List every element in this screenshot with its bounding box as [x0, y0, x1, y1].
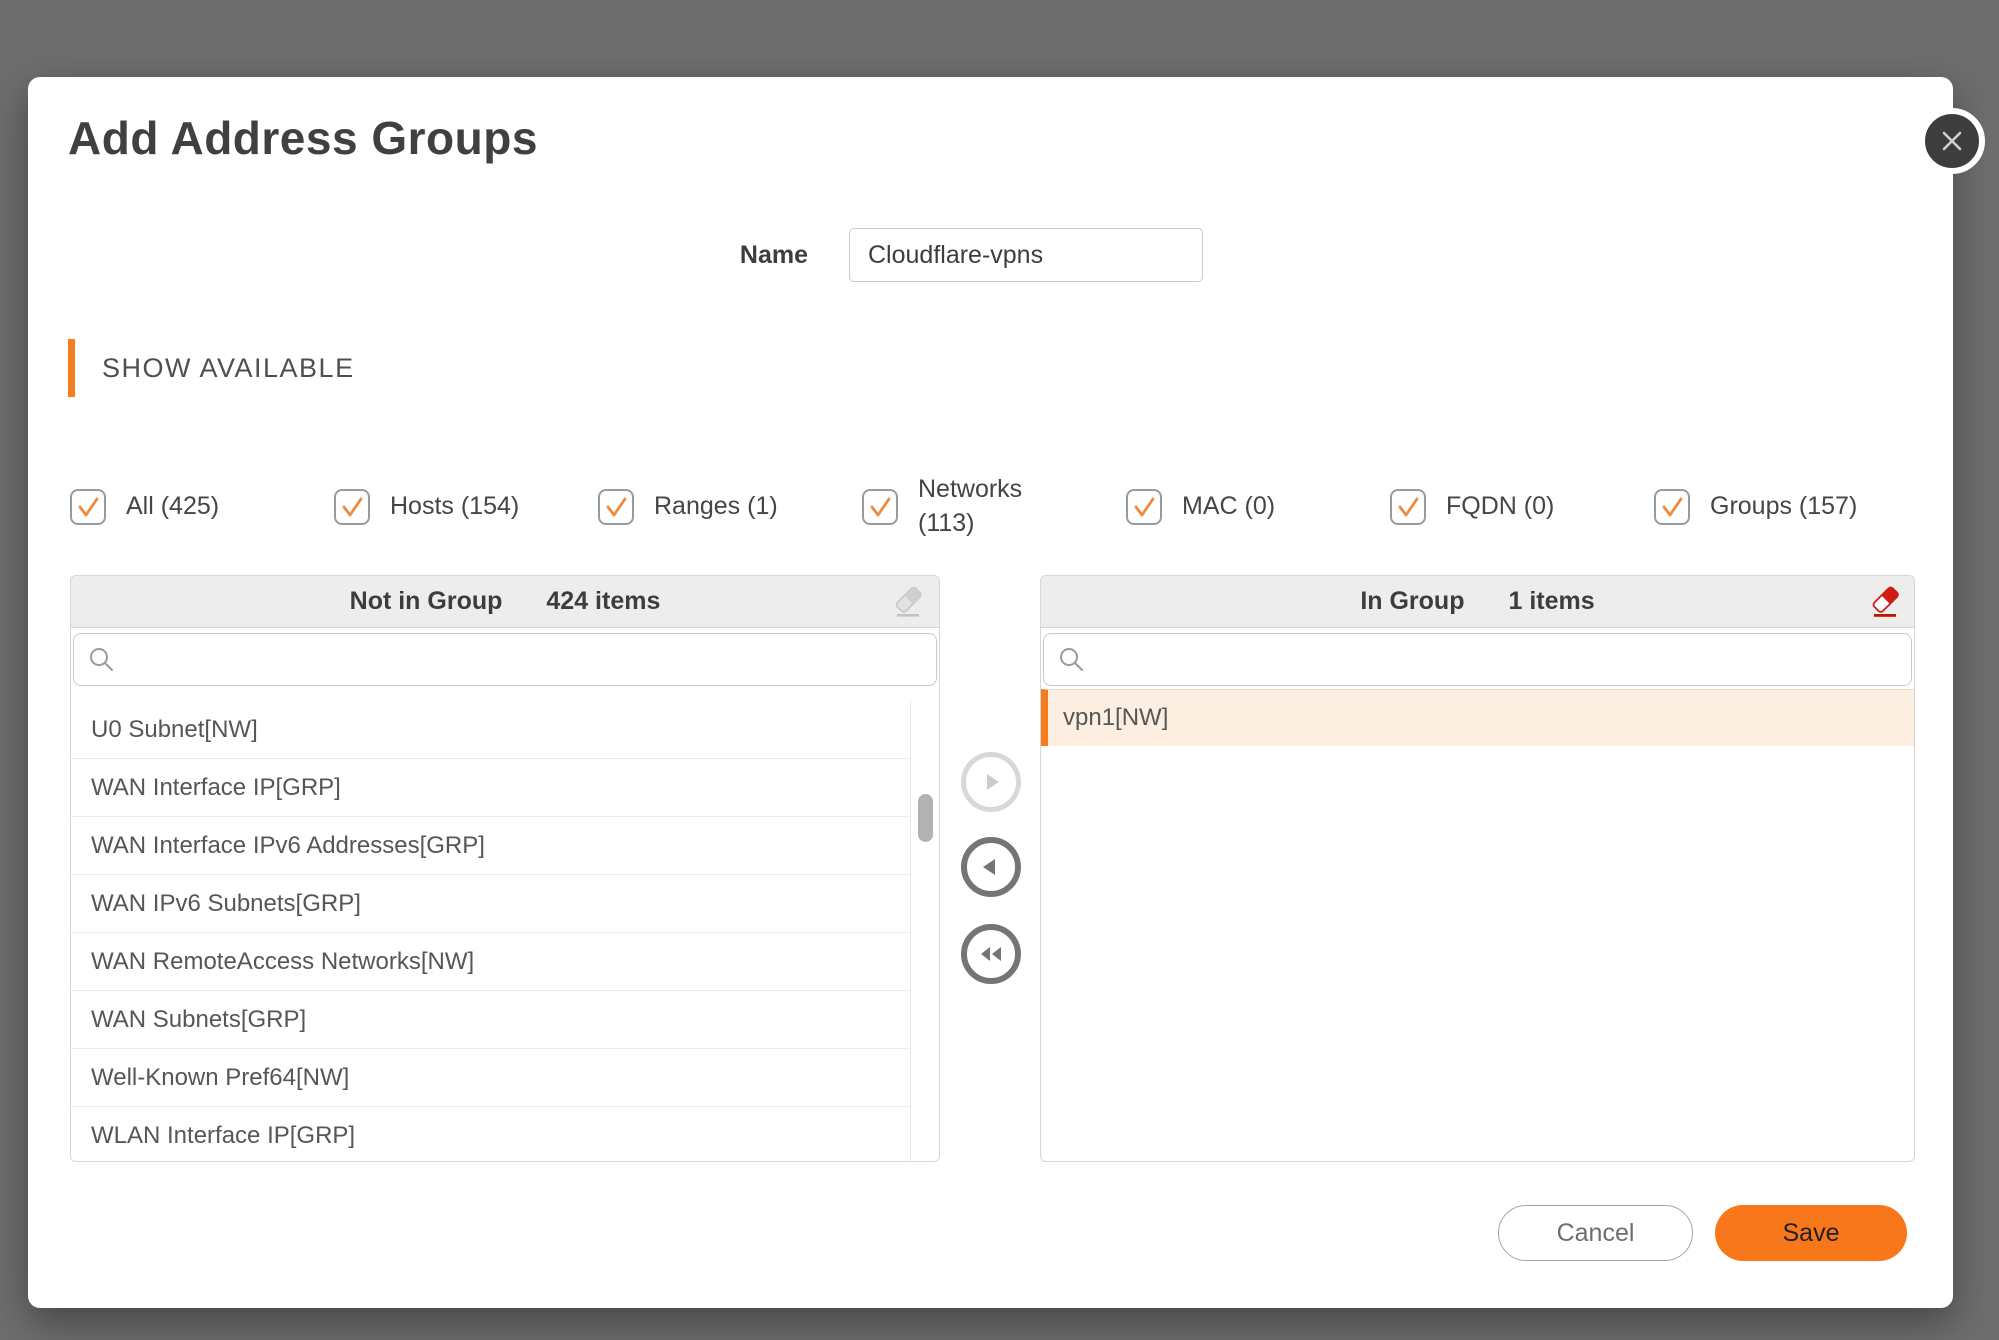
search-input[interactable]: [1043, 633, 1912, 686]
filter-row: All (425) Hosts (154) Ranges (1) Network…: [70, 461, 1918, 553]
panel-item-count: 424 items: [546, 587, 660, 616]
not-in-group-search: [73, 633, 937, 686]
list-item[interactable]: U0 Subnet[NW]: [71, 701, 910, 759]
arrow-right-icon: [978, 769, 1004, 795]
list-item[interactable]: WAN IPv6 Subnets[GRP]: [71, 875, 910, 933]
clear-list-button[interactable]: [891, 585, 925, 626]
dialog-title: Add Address Groups: [68, 111, 538, 165]
filter-all[interactable]: All (425): [70, 489, 334, 525]
section-label: SHOW AVAILABLE: [102, 353, 355, 384]
list-item[interactable]: WAN Interface IPv6 Addresses[GRP]: [71, 817, 910, 875]
in-group-header: In Group 1 items: [1041, 576, 1914, 628]
filter-label: Ranges (1): [654, 490, 778, 524]
filter-label: Hosts (154): [390, 490, 519, 524]
list-item[interactable]: WAN Interface IP[GRP]: [71, 759, 910, 817]
filter-ranges[interactable]: Ranges (1): [598, 489, 862, 525]
list-item[interactable]: vpn1[NW]: [1041, 689, 1914, 746]
double-arrow-left-icon: [977, 941, 1005, 967]
move-right-button[interactable]: [961, 752, 1021, 812]
not-in-group-header: Not in Group 424 items: [71, 576, 939, 628]
arrow-left-icon: [978, 854, 1004, 880]
add-address-groups-dialog: Add Address Groups Name SHOW AVAILABLE A…: [28, 77, 1953, 1308]
close-button[interactable]: [1919, 108, 1985, 174]
checkbox-checked-icon[interactable]: [1126, 489, 1162, 525]
checkbox-checked-icon[interactable]: [70, 489, 106, 525]
filter-mac[interactable]: MAC (0): [1126, 489, 1390, 525]
filter-groups[interactable]: Groups (157): [1654, 489, 1918, 525]
clear-list-button[interactable]: [1868, 585, 1902, 626]
checkbox-checked-icon[interactable]: [1654, 489, 1690, 525]
show-available-section: SHOW AVAILABLE: [68, 339, 355, 397]
close-icon: [1937, 126, 1967, 156]
section-accent-bar: [68, 339, 75, 397]
eraser-icon: [891, 585, 925, 621]
move-all-left-button[interactable]: [961, 924, 1021, 984]
list-item[interactable]: Well-Known Pref64[NW]: [71, 1049, 910, 1107]
panel-title: In Group: [1360, 587, 1464, 616]
not-in-group-list: U0 Subnet[NW]WAN Interface IP[GRP]WAN In…: [71, 701, 911, 1161]
checkbox-checked-icon[interactable]: [1390, 489, 1426, 525]
in-group-panel: In Group 1 items vpn1[NW]: [1040, 575, 1915, 1162]
search-input[interactable]: [73, 633, 937, 686]
checkbox-checked-icon[interactable]: [598, 489, 634, 525]
cancel-button[interactable]: Cancel: [1498, 1205, 1693, 1261]
in-group-list: vpn1[NW]: [1041, 689, 1914, 1161]
filter-fqdn[interactable]: FQDN (0): [1390, 489, 1654, 525]
filter-label: MAC (0): [1182, 490, 1275, 524]
filter-networks[interactable]: Networks (113): [862, 473, 1126, 541]
name-input[interactable]: [849, 228, 1203, 282]
filter-label: Networks (113): [918, 473, 1042, 541]
filter-label: Groups (157): [1710, 490, 1857, 524]
move-left-button[interactable]: [961, 837, 1021, 897]
name-label: Name: [608, 228, 808, 282]
not-in-group-panel: Not in Group 424 items U0 Subnet[NW]WAN …: [70, 575, 940, 1162]
panel-title: Not in Group: [350, 587, 503, 616]
filter-label: FQDN (0): [1446, 490, 1554, 524]
save-button[interactable]: Save: [1715, 1205, 1907, 1261]
filter-hosts[interactable]: Hosts (154): [334, 489, 598, 525]
checkbox-checked-icon[interactable]: [862, 489, 898, 525]
in-group-search: [1043, 633, 1912, 686]
scrollbar-thumb[interactable]: [918, 794, 933, 842]
panel-item-count: 1 items: [1508, 587, 1594, 616]
list-item[interactable]: WLAN Interface IP[GRP]: [71, 1107, 910, 1161]
checkbox-checked-icon[interactable]: [334, 489, 370, 525]
list-item[interactable]: WAN Subnets[GRP]: [71, 991, 910, 1049]
filter-label: All (425): [126, 490, 219, 524]
eraser-red-icon: [1868, 585, 1902, 621]
list-item[interactable]: WAN RemoteAccess Networks[NW]: [71, 933, 910, 991]
